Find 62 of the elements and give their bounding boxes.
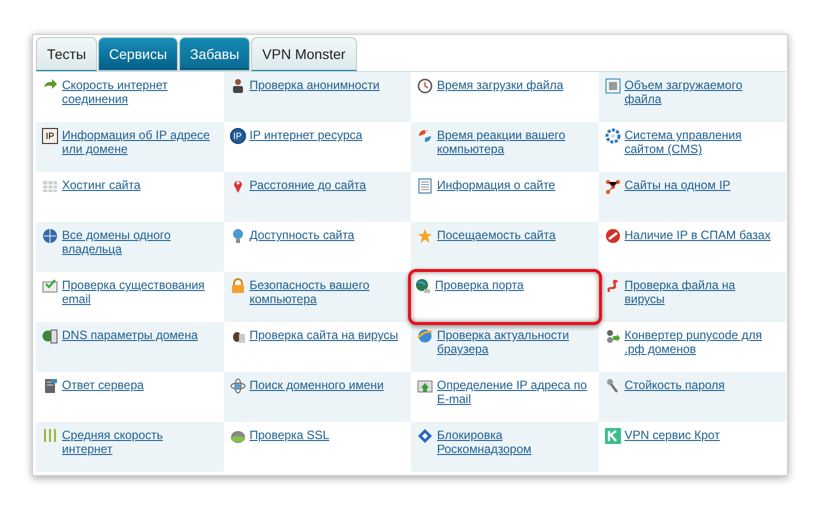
service-link[interactable]: Информация об IP адресе или домене (62, 128, 214, 156)
letter-icon (604, 428, 620, 444)
service-link[interactable]: Конвертер punycode для .рф доменов (624, 328, 776, 356)
service-link[interactable]: Проверка сайта на вирусы (250, 328, 402, 342)
service-link[interactable]: Проверка существования email (62, 278, 214, 306)
service-link[interactable]: Определение IP адреса по E-mail (437, 378, 589, 406)
envelope-icon (417, 378, 433, 394)
service-link[interactable]: Стойкость пароля (624, 378, 776, 392)
worm-icon (604, 278, 620, 294)
browser-icon (417, 328, 433, 344)
service-link[interactable]: Проверка анонимности (250, 78, 402, 92)
tab[interactable]: Сервисы (98, 37, 178, 71)
disc-icon (230, 428, 246, 444)
service-link[interactable]: Сайты на одном IP (624, 178, 776, 192)
service-link[interactable]: Проверка SSL (250, 428, 402, 442)
document-icon (417, 178, 433, 194)
service-link[interactable]: Время загрузки файла (437, 78, 589, 92)
diamond-icon (417, 428, 433, 444)
ip-badge-icon: IP (230, 128, 246, 144)
tab[interactable]: Забавы (179, 37, 250, 71)
gear-icon (604, 128, 620, 144)
envelope-icon (42, 278, 58, 294)
table-icon (42, 178, 58, 194)
server-icon (42, 378, 58, 394)
convert-icon (604, 328, 620, 344)
service-link[interactable]: Безопасность вашего компьютера (250, 278, 402, 306)
globe-icon (42, 228, 58, 244)
service-link[interactable]: Средняя скорость интернет (62, 428, 214, 456)
star-icon (417, 228, 433, 244)
service-link[interactable]: Поиск доменного имени (250, 378, 402, 392)
service-link[interactable]: Информация о сайте (437, 178, 589, 192)
service-link[interactable]: Посещаемость сайта (437, 228, 589, 242)
service-link[interactable]: Время реакции вашего компьютера (437, 128, 589, 156)
service-link[interactable]: VPN сервис Крот (624, 428, 776, 442)
service-link[interactable]: Расстояние до сайта (250, 178, 402, 192)
ip-icon: IP (42, 128, 58, 144)
service-link[interactable]: Объем загружаемого файла (624, 78, 776, 106)
service-link[interactable]: Все домены одного владельца (62, 228, 214, 256)
service-link[interactable]: IP интернет ресурса (250, 128, 402, 142)
service-link[interactable]: Проверка файла на вирусы (624, 278, 776, 306)
service-link[interactable]: Доступность сайта (250, 228, 402, 242)
service-link[interactable]: Хостинг сайта (62, 178, 214, 192)
service-link[interactable]: Наличие IP в СПАМ базах (624, 228, 776, 242)
tab[interactable]: VPN Monster (251, 37, 357, 71)
globe-icon (415, 278, 431, 294)
service-link[interactable]: DNS параметры домена (62, 328, 214, 342)
square-icon (604, 78, 620, 94)
atom-icon (230, 378, 246, 394)
clock-icon (417, 78, 433, 94)
service-link[interactable]: Проверка порта (435, 278, 587, 292)
service-link[interactable]: Блокировка Роскомнадзором (437, 428, 589, 456)
lock-icon (230, 278, 246, 294)
service-link[interactable]: Проверка актуальности браузера (437, 328, 589, 356)
refresh-icon (417, 128, 433, 144)
service-link[interactable]: Скорость интернет соединения (62, 78, 214, 106)
server-icon (42, 328, 58, 344)
service-link[interactable]: Ответ сервера (62, 378, 214, 392)
network-icon (604, 178, 620, 194)
service-link[interactable]: Система управления сайтом (CMS) (624, 128, 776, 156)
forbidden-icon (604, 228, 620, 244)
bars-icon (42, 428, 58, 444)
tab[interactable]: Тесты (36, 37, 98, 71)
